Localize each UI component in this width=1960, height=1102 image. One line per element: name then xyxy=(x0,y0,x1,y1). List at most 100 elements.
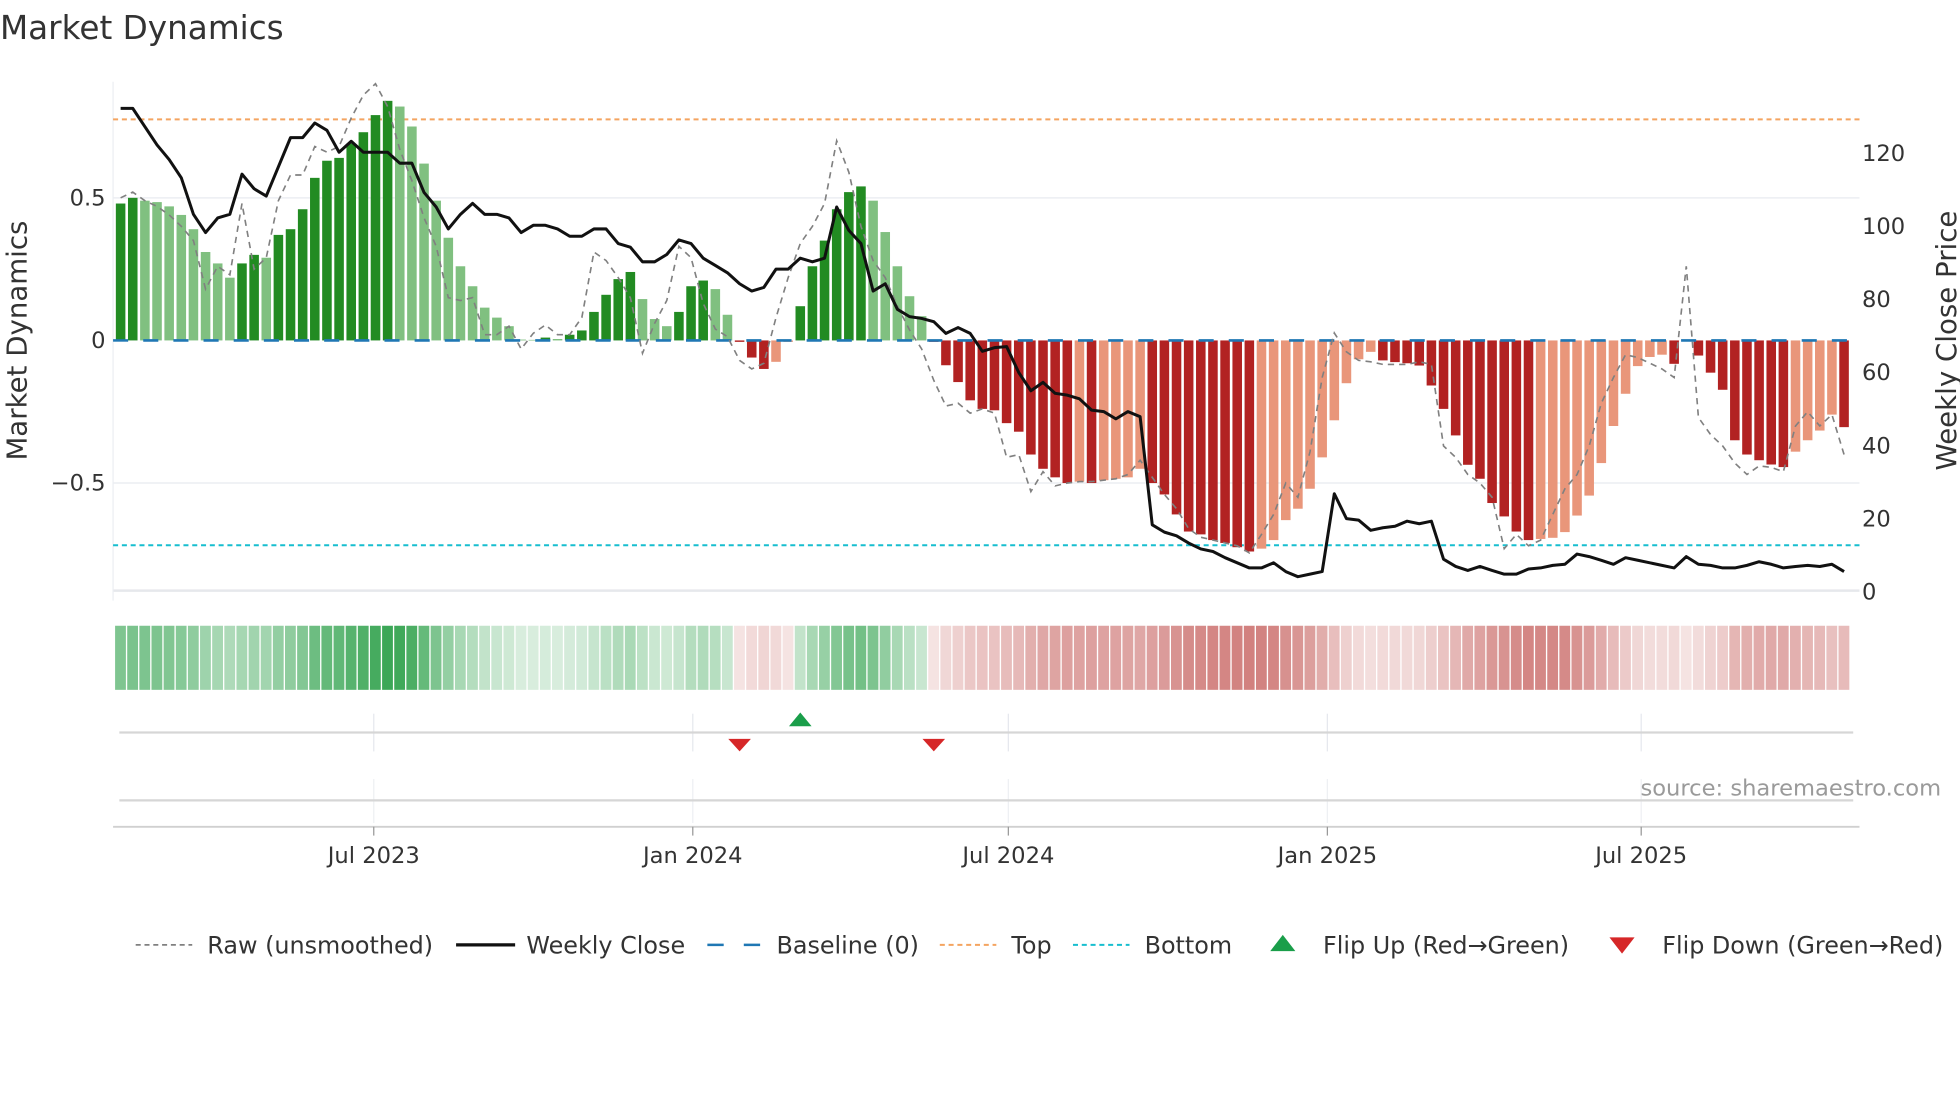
bar xyxy=(164,206,174,341)
bar xyxy=(1074,340,1085,482)
left-axis-label: Market Dynamics xyxy=(0,221,33,461)
flip-panel xyxy=(113,712,1860,828)
bar xyxy=(771,340,781,362)
flip-down-marker xyxy=(728,738,751,752)
bar xyxy=(1499,340,1509,517)
bar xyxy=(989,340,1000,411)
bar xyxy=(176,214,187,341)
bar xyxy=(1572,340,1582,516)
strip-cell xyxy=(442,625,454,690)
bar xyxy=(285,229,296,341)
strip-cell xyxy=(916,625,927,690)
strip-cell xyxy=(624,625,636,690)
bar xyxy=(1426,340,1437,386)
strip-cell xyxy=(1377,625,1389,690)
strip-cell xyxy=(843,625,855,690)
strip-cell xyxy=(564,625,575,690)
strip-cell xyxy=(1438,625,1449,690)
bar xyxy=(625,271,636,341)
bar xyxy=(1535,340,1546,539)
right-axis-label: Weekly Close Price xyxy=(1930,211,1960,471)
strip-cell xyxy=(1583,625,1595,690)
bar xyxy=(1693,340,1704,356)
bar xyxy=(1827,340,1837,415)
strip-cell xyxy=(770,625,782,690)
bar xyxy=(589,311,599,341)
right-tick-label: 100 xyxy=(1862,214,1905,240)
strip-cell xyxy=(260,625,272,690)
strip-cell xyxy=(552,625,563,690)
strip-cell xyxy=(1717,625,1728,690)
strip-cell xyxy=(661,625,673,690)
strip-cell xyxy=(1765,625,1777,690)
right-tick-label: 60 xyxy=(1862,360,1891,386)
strip-cell xyxy=(1474,625,1486,690)
strip-cell xyxy=(1826,625,1838,690)
bar xyxy=(1730,340,1740,441)
strip-cell xyxy=(1389,625,1401,690)
strip-cell xyxy=(734,625,745,690)
strip-cell xyxy=(236,625,248,690)
strip-cell xyxy=(1110,625,1122,690)
left-tick-label: 0.5 xyxy=(70,185,106,211)
bar xyxy=(1766,340,1777,465)
strip-cell xyxy=(1535,625,1546,690)
strip-cell xyxy=(1644,625,1656,690)
bar xyxy=(831,209,842,341)
strip-cell xyxy=(1777,625,1789,690)
strip-cell xyxy=(1680,625,1692,690)
bar xyxy=(115,203,126,341)
bar xyxy=(225,277,235,341)
strip-cell xyxy=(1134,625,1146,690)
strip-cell xyxy=(491,625,503,690)
strip-cell xyxy=(636,625,648,690)
strip-cell xyxy=(1049,625,1061,690)
source-label: source: sharemaestro.com xyxy=(1640,775,1941,801)
bar xyxy=(1183,340,1194,532)
bar xyxy=(1268,340,1279,541)
strip-cell xyxy=(1365,625,1376,690)
left-tick-label: −0.5 xyxy=(51,471,106,497)
legend-label: Bottom xyxy=(1145,932,1233,960)
bar xyxy=(1547,340,1558,538)
strip-cell xyxy=(1668,625,1680,690)
bar xyxy=(795,306,806,341)
legend-label: Baseline (0) xyxy=(776,932,919,960)
bar xyxy=(492,317,502,341)
bar xyxy=(1487,340,1497,504)
bar xyxy=(746,340,757,358)
strip-cell xyxy=(576,625,588,690)
bar xyxy=(407,126,417,341)
x-tick-label: Jan 2024 xyxy=(641,843,743,869)
legend-label: Flip Down (Green→Red) xyxy=(1662,932,1943,960)
strip-cell xyxy=(1462,625,1474,690)
strip-cell xyxy=(357,625,369,690)
strip-cell xyxy=(369,625,381,690)
bar xyxy=(722,314,733,341)
legend-label: Weekly Close xyxy=(526,932,685,960)
triangle-up-icon xyxy=(1270,934,1296,952)
strip-cell xyxy=(806,625,818,690)
strip-cell xyxy=(1547,625,1559,690)
bar xyxy=(1596,340,1607,464)
strip-cell xyxy=(248,625,260,690)
strip-cell xyxy=(200,625,211,690)
strip-cell xyxy=(430,625,442,690)
left-axis-ticks: 0.5 0 −0.5 xyxy=(51,185,106,496)
strip-cell xyxy=(746,625,758,690)
strip-cell xyxy=(1231,625,1243,690)
strip-cell xyxy=(1183,625,1194,690)
strip-cell xyxy=(758,625,770,690)
bar xyxy=(965,340,975,401)
strip-cell xyxy=(1158,625,1170,690)
bar xyxy=(1390,340,1400,363)
bar xyxy=(1220,340,1230,543)
bar xyxy=(1038,340,1048,469)
strip-cell xyxy=(382,625,393,690)
bar xyxy=(1402,340,1412,364)
bar xyxy=(1256,340,1267,549)
strip-cell xyxy=(1559,625,1571,690)
strip-cell xyxy=(976,625,988,690)
strip-cell xyxy=(685,625,697,690)
strip-cell xyxy=(127,625,139,690)
